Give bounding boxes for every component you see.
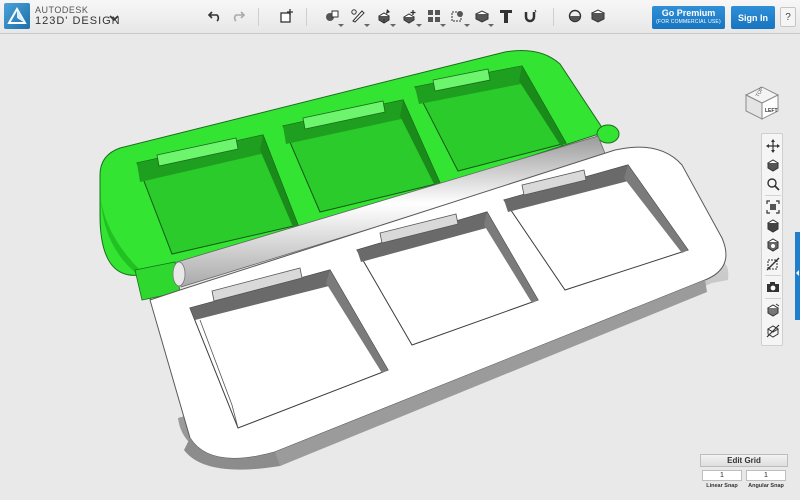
sketch-icon[interactable] — [348, 6, 370, 27]
fit-view-icon[interactable] — [765, 199, 781, 215]
case-model[interactable] — [0, 35, 800, 500]
outline-toggle-icon[interactable] — [765, 323, 781, 339]
hide-icon[interactable] — [765, 256, 781, 272]
edit-grid-panel: Edit Grid 1 1 Linear Snap Angular Snap — [700, 454, 788, 494]
snap-magnet-icon[interactable] — [520, 6, 540, 26]
toolbar-separator — [553, 8, 554, 26]
linear-snap-input[interactable]: 1 — [702, 470, 742, 481]
redo-icon[interactable] — [228, 6, 248, 26]
visibility-icon[interactable] — [765, 237, 781, 253]
modify-icon[interactable] — [400, 6, 422, 27]
angular-snap-label: Angular Snap — [748, 483, 784, 489]
nav-separator — [765, 275, 781, 276]
angular-snap-input[interactable]: 1 — [746, 470, 786, 481]
transform-icon[interactable] — [276, 6, 296, 26]
view-cube-left-label: LEFT — [765, 108, 778, 114]
view-cube-icon[interactable] — [765, 218, 781, 234]
3d-viewport[interactable]: TOP LEFT Edit Grid 1 1 Linear Snap Angul… — [0, 35, 800, 500]
toolbar-separator — [306, 8, 307, 26]
chevron-down-icon[interactable] — [108, 11, 120, 23]
grouping-icon[interactable] — [448, 6, 470, 27]
navigation-bar — [761, 133, 783, 346]
pattern-icon[interactable] — [424, 6, 446, 27]
primitives-icon[interactable] — [322, 6, 344, 27]
undo-icon[interactable] — [205, 6, 225, 26]
linear-snap-label: Linear Snap — [706, 483, 738, 489]
autodesk-logo-icon[interactable] — [4, 3, 30, 29]
side-panel-toggle[interactable] — [795, 232, 800, 320]
construct-icon[interactable] — [374, 6, 396, 27]
combine-icon[interactable] — [472, 6, 494, 27]
material-icon[interactable] — [588, 6, 608, 26]
nav-separator — [765, 195, 781, 196]
toolbar-separator — [258, 8, 259, 26]
sign-in-button[interactable]: Sign In — [731, 6, 775, 29]
edit-grid-button[interactable]: Edit Grid — [700, 454, 788, 467]
go-premium-button[interactable]: Go Premium (FOR COMMERCIAL USE) — [652, 6, 725, 29]
view-cube[interactable]: TOP LEFT — [740, 79, 784, 128]
premium-label: Go Premium — [661, 8, 716, 18]
nav-separator — [765, 298, 781, 299]
material-toggle-icon[interactable] — [765, 302, 781, 318]
zoom-icon[interactable] — [765, 176, 781, 192]
pan-icon[interactable] — [765, 138, 781, 154]
premium-sublabel: (FOR COMMERCIAL USE) — [656, 19, 721, 25]
orbit-icon[interactable] — [765, 157, 781, 173]
text-icon[interactable] — [496, 6, 516, 26]
help-button[interactable]: ? — [780, 7, 796, 27]
top-toolbar: AUTODESK 123D' DESIGN Go Premium (FOR CO… — [0, 0, 800, 34]
camera-icon[interactable] — [765, 279, 781, 295]
material-icon[interactable] — [565, 6, 585, 26]
